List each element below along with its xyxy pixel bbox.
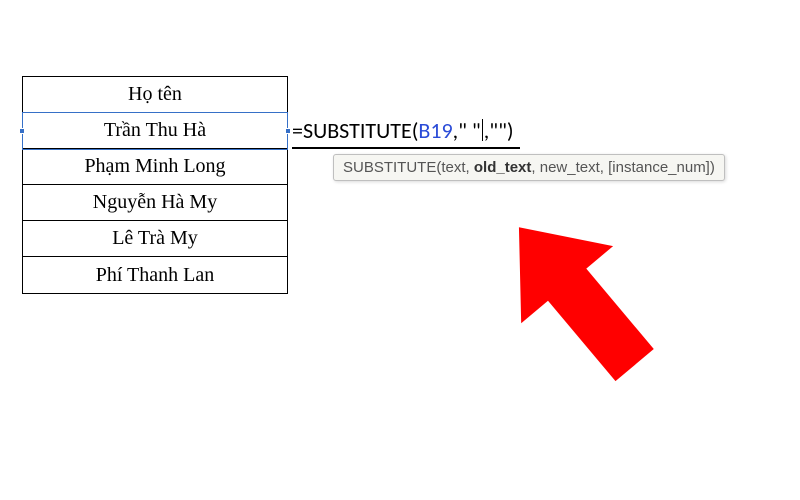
text-cursor-icon — [482, 119, 483, 141]
table-row[interactable]: Nguyễn Hà My — [23, 185, 287, 221]
name-table: Họ tên Trần Thu Hà Phạm Minh Long Nguyễn… — [22, 76, 288, 294]
tooltip-sep: , — [531, 159, 539, 176]
formula-arg: " " — [458, 117, 481, 144]
table-row[interactable]: Phí Thanh Lan — [23, 257, 287, 293]
table-row[interactable]: Phạm Minh Long — [23, 149, 287, 185]
formula-close-paren: ) — [507, 117, 514, 144]
table-header-row[interactable]: Họ tên — [23, 77, 287, 113]
table-header-label: Họ tên — [128, 83, 182, 106]
cell-value: Nguyễn Hà My — [93, 191, 217, 214]
formula-open-paren: ( — [412, 117, 419, 144]
tooltip-param: new_text — [540, 159, 600, 176]
red-arrow-icon — [480, 200, 680, 400]
tooltip-sep: , — [466, 159, 474, 176]
cell-value: Lê Trà My — [112, 227, 198, 250]
formula-function: SUBSTITUTE — [303, 117, 412, 144]
cell-value: Phí Thanh Lan — [96, 264, 215, 287]
table-row[interactable]: Lê Trà My — [23, 221, 287, 257]
formula-cell-ref: B19 — [418, 117, 452, 144]
formula-arg: "" — [489, 117, 507, 144]
table-row[interactable]: Trần Thu Hà — [23, 113, 287, 149]
cell-value: Phạm Minh Long — [84, 155, 225, 178]
tooltip-param-active: old_text — [474, 159, 532, 176]
selection-handle-icon[interactable] — [19, 128, 25, 134]
function-tooltip: SUBSTITUTE(text, old_text, new_text, [in… — [333, 154, 725, 181]
cell-value: Trần Thu Hà — [104, 119, 206, 142]
formula-equals: = — [292, 117, 303, 144]
tooltip-param: [instance_num] — [608, 159, 710, 176]
tooltip-sep: , — [600, 159, 608, 176]
tooltip-param: text — [441, 159, 465, 176]
selection-handle-icon[interactable] — [285, 128, 291, 134]
tooltip-fn: SUBSTITUTE( — [343, 159, 441, 176]
formula-input[interactable]: = SUBSTITUTE ( B19 , " " , "" ) — [292, 113, 520, 149]
tooltip-close: ) — [710, 159, 715, 176]
